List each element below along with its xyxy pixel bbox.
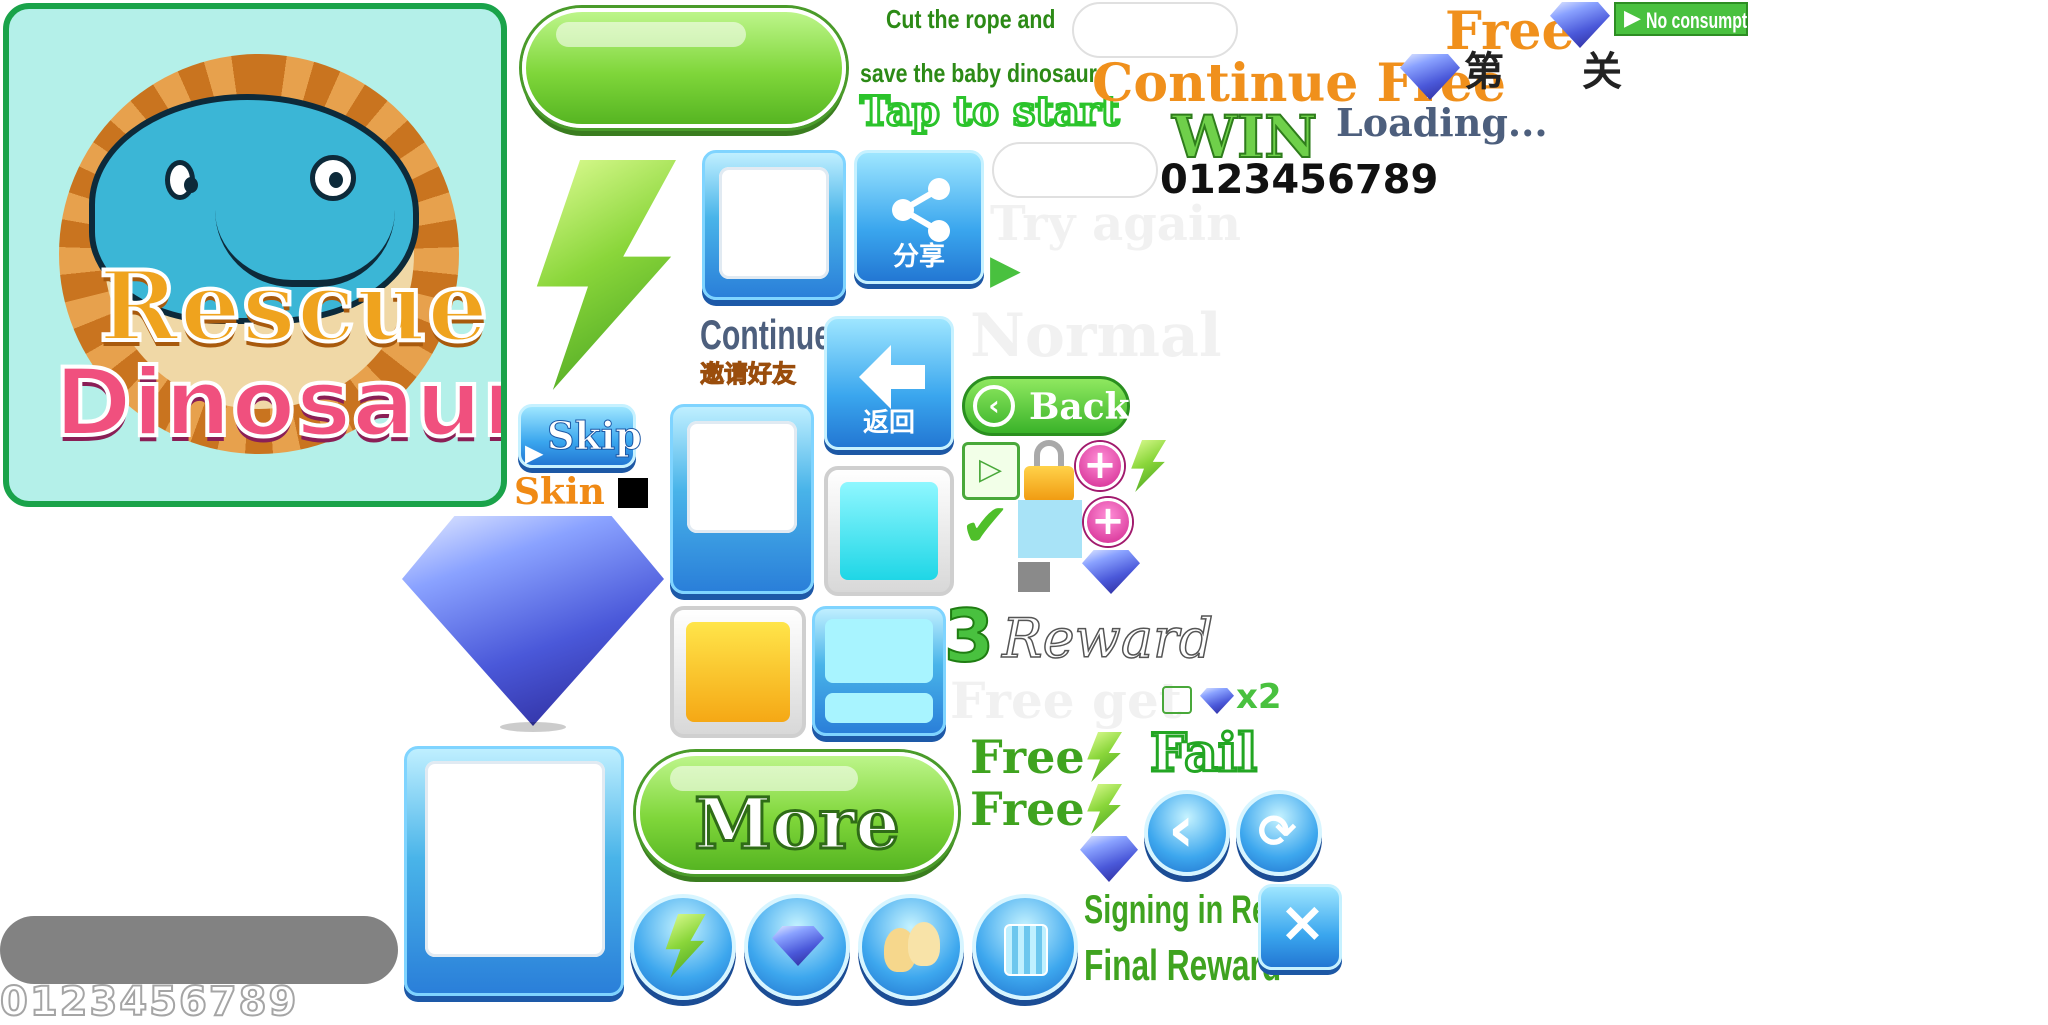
digits-outline: 0123456789 — [0, 979, 299, 1025]
cyan-tile-top — [825, 619, 933, 683]
continue-text: Continue — [700, 311, 832, 358]
close-icon: × — [1279, 890, 1326, 955]
empty-pill-outline-top — [1072, 2, 1238, 58]
diamond-icon — [772, 926, 824, 966]
round-diamond-button[interactable] — [744, 894, 850, 1000]
lock-icon — [1024, 440, 1074, 502]
gray-block — [1018, 562, 1050, 592]
diamond-large-icon — [402, 516, 664, 726]
light-blue-block — [1018, 500, 1082, 558]
friend-figure — [908, 922, 940, 966]
item-frame-slot — [425, 761, 605, 957]
refresh-button[interactable]: ⟳ — [1236, 790, 1322, 876]
item-frame-split[interactable] — [812, 606, 946, 736]
item-frame-yellow[interactable] — [670, 606, 806, 738]
black-square — [618, 478, 648, 508]
diamond-icon — [1082, 550, 1140, 594]
plus-icon[interactable]: + — [1076, 442, 1124, 490]
dinosaur-eye-left — [165, 160, 198, 200]
skip-label: Skip — [547, 413, 643, 458]
item-frame-slot — [687, 421, 797, 533]
item-frame-cyan[interactable] — [824, 466, 954, 596]
gray-progress-pill — [0, 916, 398, 984]
skip-button[interactable]: Skip ▶ — [518, 404, 642, 468]
item-frame-blue[interactable] — [702, 150, 846, 300]
shirt-icon — [1004, 924, 1048, 976]
back-square-button[interactable]: 返回 — [824, 316, 954, 450]
share-label: 分享 — [892, 242, 945, 272]
green-pill-button[interactable] — [522, 8, 846, 128]
lightning-icon — [536, 160, 676, 390]
logo-title-rescue: Rescue — [97, 250, 490, 363]
loading-text: Loading... — [1336, 100, 1548, 145]
yellow-tile — [686, 622, 790, 722]
play-video-icon — [1162, 686, 1192, 714]
round-back-button[interactable]: ‹ — [1144, 790, 1230, 876]
digits-dark: 0123456789 — [1160, 157, 1439, 203]
normal-ghost-text: Normal — [970, 301, 1222, 371]
play-icon: ▶ — [1624, 6, 1641, 31]
plus-icon[interactable]: + — [1084, 498, 1132, 546]
close-button[interactable]: × — [1258, 884, 1342, 970]
back-square-label: 返回 — [862, 408, 915, 438]
more-button[interactable]: More — [636, 752, 958, 874]
reward-number: 3 — [943, 594, 995, 678]
level-suffix-text: 关 — [1582, 49, 1622, 95]
cyan-tile — [840, 482, 938, 580]
play-triangle-icon: ▶ — [990, 247, 1021, 293]
no-consumption-badge: ▶ No consumption — [1614, 2, 1771, 36]
lightning-icon — [1087, 732, 1122, 782]
try-again-ghost-text: Try again — [990, 196, 1242, 252]
free-text-2: Free — [970, 782, 1085, 836]
chevron-left-icon: ‹ — [973, 385, 1015, 427]
lightning-icon — [1087, 784, 1122, 834]
item-frame-large[interactable] — [404, 746, 624, 996]
final-reward-text: Final Reward — [1084, 941, 1282, 990]
no-consumption-text: No consumption — [1646, 8, 1771, 33]
refresh-icon: ⟳ — [1258, 804, 1297, 858]
cut-rope-text: Cut the rope and — [886, 4, 1056, 34]
free-get-ghost-text: Free get — [950, 671, 1182, 730]
round-energy-button[interactable] — [630, 894, 736, 1000]
tap-to-start-text: Tap to start — [858, 88, 1120, 135]
level-prefix-text: 第 — [1464, 49, 1504, 95]
free-text-1: Free — [970, 730, 1085, 784]
lightning-icon — [1131, 440, 1166, 492]
x2-text: x2 — [1236, 677, 1282, 717]
diamond-shadow — [500, 722, 566, 732]
dinosaur-eye-right — [310, 155, 356, 201]
save-baby-text: save the baby dinosaur — [860, 58, 1097, 88]
back-label: Back — [1029, 386, 1130, 428]
more-label: More — [693, 781, 902, 867]
reward-text: Reward — [1001, 607, 1214, 670]
invite-friends-text: 邀请好友 — [700, 360, 797, 388]
game-logo: Rescue Dinosaur — [3, 3, 507, 507]
fail-text: Fail — [1148, 723, 1258, 784]
back-pill-button[interactable]: ‹ Back — [962, 376, 1130, 436]
lock-body — [1024, 466, 1074, 502]
round-skin-button[interactable] — [972, 894, 1078, 1000]
logo-title-dinosaur: Dinosaur — [52, 349, 507, 458]
diamond-icon — [1200, 688, 1234, 714]
round-friends-button[interactable] — [858, 894, 964, 1000]
chevron-left-icon: ‹ — [1168, 793, 1195, 867]
item-frame-tall[interactable] — [670, 404, 814, 594]
diamond-icon — [1080, 836, 1138, 882]
empty-pill-outline-mid — [992, 142, 1158, 198]
skin-text: Skin — [514, 471, 605, 513]
share-icon — [892, 178, 950, 242]
share-button[interactable]: 分享 — [854, 150, 984, 284]
checkmark-icon: ✔ — [960, 491, 1011, 561]
lightning-icon — [665, 914, 706, 978]
play-triangle-icon: ▶ — [525, 439, 544, 467]
item-frame-slot — [719, 167, 829, 279]
cyan-tile-bottom — [825, 693, 933, 723]
play-icon: ▷ — [979, 452, 1003, 487]
button-shine — [556, 22, 746, 47]
